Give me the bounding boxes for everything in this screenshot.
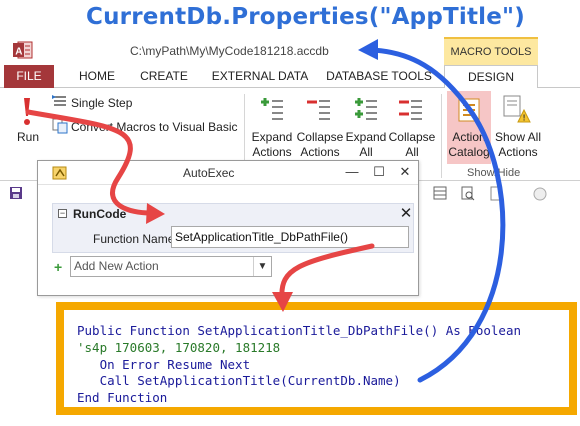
expand-actions-label-1: Expand: [251, 130, 293, 144]
macro-tools-label: MACRO TOOLS: [444, 37, 538, 65]
close-button[interactable]: ✕: [396, 163, 414, 181]
print-preview-icon[interactable]: [461, 186, 475, 201]
expand-all-label-2: All: [359, 145, 373, 159]
tab-design[interactable]: DESIGN: [444, 65, 538, 89]
expand-all-icon: [355, 98, 377, 120]
add-action-plus-icon: +: [54, 259, 63, 275]
banner: CurrentDb.Properties("AppTitle"): [0, 0, 580, 42]
add-new-action-placeholder: Add New Action: [74, 259, 159, 273]
expand-actions-label-2: Actions: [252, 145, 292, 159]
collapse-actions-label-2: Actions: [300, 145, 340, 159]
code-line: Call SetApplicationTitle(CurrentDb.Name): [77, 373, 401, 388]
code-line: On Error Resume Next: [77, 357, 251, 372]
window-title: C:\myPath\My\MyCode181218.accdb: [130, 44, 329, 58]
minimize-button[interactable]: —: [343, 163, 361, 181]
code-line: 's4p 170603, 170820, 181218: [77, 340, 281, 355]
code-editor: Public Function SetApplicationTitle_DbPa…: [64, 310, 569, 407]
tab-external-data[interactable]: EXTERNAL DATA: [206, 65, 314, 88]
record-icon[interactable]: [533, 187, 547, 201]
collapse-actions-label-1: Collapse: [296, 130, 344, 144]
save-icon[interactable]: [9, 186, 23, 200]
autoexec-title-bar[interactable]: AutoExec — ☐ ✕: [38, 161, 418, 185]
code-panel: Public Function SetApplicationTitle_DbPa…: [56, 302, 577, 415]
grid-icon[interactable]: [433, 186, 447, 200]
convert-macros-button[interactable]: Convert Macros to Visual Basic: [71, 120, 238, 134]
tab-home[interactable]: HOME: [68, 65, 126, 88]
function-name-label: Function Name: [93, 232, 175, 246]
ribbon-separator: [441, 94, 442, 178]
runcode-heading: RunCode: [73, 207, 127, 221]
title-bar: A C:\myPath\My\MyCode181218.accdb MACRO …: [0, 37, 580, 65]
add-new-action-dropdown[interactable]: Add New Action ▼: [70, 256, 272, 277]
function-name-input[interactable]: SetApplicationTitle_DbPathFile(): [171, 226, 409, 248]
expand-actions-icon: [261, 98, 283, 120]
show-all-actions-label-2: Actions: [498, 145, 538, 159]
collapse-toggle-icon[interactable]: −: [58, 209, 67, 218]
collapse-all-icon: [399, 100, 422, 120]
svg-text:A: A: [15, 47, 22, 58]
show-all-actions-label-1: Show All: [494, 130, 542, 144]
code-line: Public Function SetApplicationTitle_DbPa…: [77, 323, 522, 338]
autoexec-title: AutoExec: [183, 166, 235, 180]
show-all-actions-button[interactable]: Show All Actions: [492, 130, 544, 160]
action-catalog-icon: [458, 98, 480, 122]
tab-database-tools[interactable]: DATABASE TOOLS: [322, 65, 436, 88]
run-button[interactable]: Run: [17, 130, 39, 144]
single-step-button[interactable]: Single Step: [71, 96, 132, 110]
collapse-all-label-1: Collapse: [388, 130, 436, 144]
chevron-down-icon[interactable]: ▼: [253, 257, 271, 276]
macro-icon: [52, 166, 67, 180]
autoexec-window: AutoExec — ☐ ✕ − RunCode ✕ Function Name…: [37, 160, 419, 296]
expand-actions-button[interactable]: Expand Actions: [251, 130, 293, 160]
action-catalog-button[interactable]: Action Catalog: [447, 130, 491, 160]
access-logo-icon: A: [13, 41, 33, 59]
tab-create[interactable]: CREATE: [132, 65, 196, 88]
delete-action-icon[interactable]: ✕: [399, 204, 413, 222]
run-icon[interactable]: [14, 94, 40, 130]
expand-all-button[interactable]: Expand All: [345, 130, 387, 160]
page-icon[interactable]: [489, 186, 503, 201]
collapse-actions-button[interactable]: Collapse Actions: [296, 130, 344, 160]
action-catalog-label-2: Catalog: [448, 145, 490, 159]
ribbon-tabs: FILE HOME CREATE EXTERNAL DATA DATABASE …: [0, 65, 580, 89]
banner-title: CurrentDb.Properties("AppTitle"): [86, 4, 525, 30]
runcode-action-block[interactable]: − RunCode ✕ Function Name SetApplication…: [52, 203, 414, 253]
svg-text:!: !: [523, 114, 526, 123]
expand-all-label-1: Expand: [345, 130, 387, 144]
convert-macros-icon: [52, 118, 68, 134]
maximize-button[interactable]: ☐: [370, 163, 388, 181]
show-all-actions-icon: !: [503, 95, 531, 123]
code-line: End Function: [77, 390, 168, 405]
show-hide-group-label: Show/Hide: [467, 167, 521, 179]
action-catalog-label-1: Action: [452, 130, 486, 144]
tab-file[interactable]: FILE: [4, 65, 54, 88]
single-step-icon: [52, 95, 66, 106]
collapse-all-label-2: All: [405, 145, 419, 159]
collapse-actions-icon: [307, 100, 330, 120]
collapse-all-button[interactable]: Collapse All: [387, 130, 437, 160]
